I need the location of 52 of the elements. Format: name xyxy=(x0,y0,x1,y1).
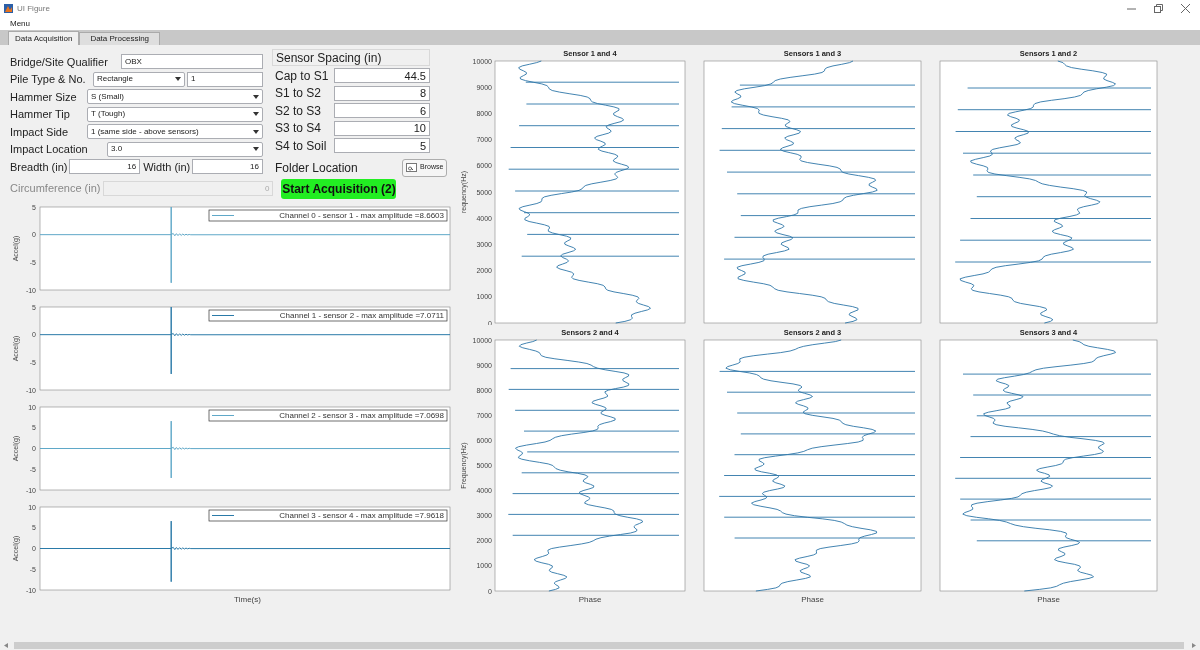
input-field[interactable]: 16 xyxy=(192,159,263,175)
field-label: Cap to S1 xyxy=(275,67,330,85)
tab[interactable]: Data Acquisition xyxy=(8,31,80,45)
field-label: Circumference (in) xyxy=(10,181,101,197)
field-label: Folder Location xyxy=(275,159,359,177)
field-label: S4 to Soil xyxy=(275,137,328,155)
axis-label: Phase xyxy=(1037,595,1060,604)
dropdown[interactable]: 3.0 xyxy=(107,141,263,157)
input-field[interactable]: 6 xyxy=(334,103,430,119)
input-field[interactable]: 8 xyxy=(334,85,430,101)
input-field[interactable]: 1 xyxy=(187,71,263,87)
caret-icon xyxy=(175,77,181,82)
menu-item[interactable]: Menu xyxy=(10,17,30,30)
legend: Channel 0 - sensor 1 - max amplitude =8.6603 xyxy=(208,209,448,221)
dropdown[interactable]: T (Tough) xyxy=(87,106,263,122)
caret-icon xyxy=(253,94,259,99)
legend: Channel 1 - sensor 2 - max amplitude =7.0711 xyxy=(208,309,448,321)
section-header: Sensor Spacing (in) xyxy=(272,49,430,66)
axis-label: Phase xyxy=(801,595,824,604)
field-label: Width (in) xyxy=(143,159,191,175)
caret-icon xyxy=(253,147,259,152)
legend: Channel 2 - sensor 3 - max amplitude =7.0698 xyxy=(208,409,448,421)
input-field[interactable]: 5 xyxy=(334,138,430,154)
field-label: Impact Side xyxy=(10,124,70,140)
axis-label: Phase xyxy=(578,595,602,604)
window-title: UI Figure xyxy=(17,2,50,15)
input-field[interactable]: 44.5 xyxy=(334,68,430,84)
axis-label: Time(s) xyxy=(233,593,262,606)
dropdown[interactable]: S (Small) xyxy=(87,89,263,105)
app-icon xyxy=(4,4,13,13)
input-field[interactable]: 10 xyxy=(334,120,430,136)
caret-icon xyxy=(253,112,259,117)
field-label: S1 to S2 xyxy=(275,85,323,103)
folder-search-icon xyxy=(406,163,417,172)
dropdown[interactable]: 1 (same side - above sensors) xyxy=(87,124,263,140)
field-label: Pile Type & No. xyxy=(10,72,87,87)
close-icon[interactable] xyxy=(1181,4,1190,13)
field-label: Bridge/Site Qualifier xyxy=(10,54,109,70)
field-label: Hammer Tip xyxy=(10,107,71,122)
field-label: Impact Location xyxy=(10,142,89,157)
legend: Channel 3 - sensor 4 - max amplitude =7.9618 xyxy=(208,509,448,521)
input-field[interactable]: OBX xyxy=(121,54,263,70)
tab[interactable]: Data Processing xyxy=(79,32,161,45)
start-button[interactable]: Start Acquisition (2) xyxy=(281,178,397,199)
caret-icon xyxy=(253,129,259,134)
restore-icon[interactable] xyxy=(1154,4,1163,13)
dropdown[interactable]: Rectangle xyxy=(93,71,185,87)
field-label: Hammer Size xyxy=(10,89,78,105)
field-label: S2 to S3 xyxy=(275,102,323,120)
field-label: Breadth (in) xyxy=(10,159,68,175)
input-field[interactable]: 16 xyxy=(69,159,141,175)
field-label: S3 to S4 xyxy=(275,120,323,138)
